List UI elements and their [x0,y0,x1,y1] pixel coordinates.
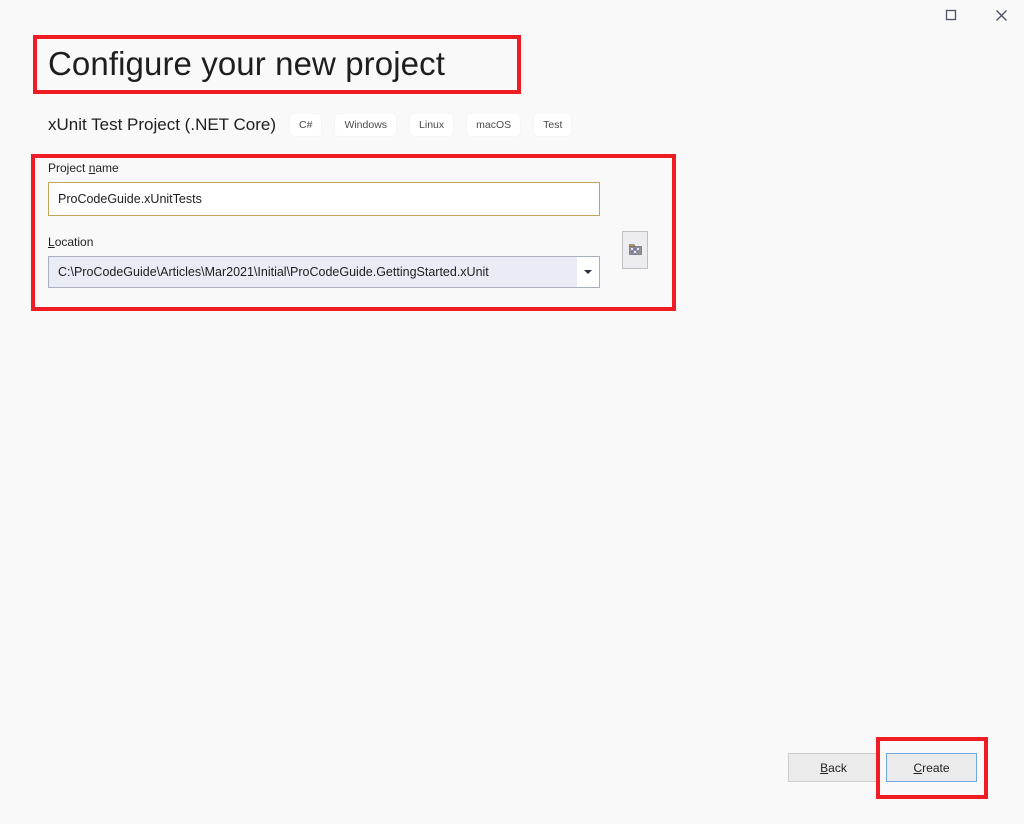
tag-pill-platform-linux: Linux [410,114,454,136]
location-label-accesskey: L [48,235,55,249]
template-name: xUnit Test Project (.NET Core) [48,115,276,134]
template-summary-row: xUnit Test Project (.NET Core) C# Window… [48,113,572,137]
back-button-label: ack [828,760,847,775]
back-button-accesskey: B [820,760,829,775]
location-dropdown-button[interactable] [577,257,599,287]
chevron-down-icon [584,270,592,274]
project-name-label-suffix: ame [95,161,119,175]
tag-pill-platform-windows: Windows [335,114,397,136]
location-label: Location [48,234,600,250]
tag-pill-platform-macos: macOS [467,114,521,136]
browse-location-button[interactable] [622,231,648,269]
close-button[interactable] [978,0,1024,30]
folder-browse-icon [628,243,642,257]
page-title: Configure your new project [48,45,445,82]
dialog-footer: Back Create [0,753,1024,783]
project-name-input[interactable] [48,182,600,216]
location-combobox[interactable]: C:\ProCodeGuide\Articles\Mar2021\Initial… [48,256,600,288]
maximize-icon [945,9,957,21]
create-button-label: reate [922,760,950,775]
create-button-accesskey: C [913,760,923,775]
project-name-label: Project name [48,160,648,176]
create-button[interactable]: Create [886,753,977,782]
maximize-button[interactable] [928,0,974,30]
location-value: C:\ProCodeGuide\Articles\Mar2021\Initial… [58,265,489,279]
location-row: Location C:\ProCodeGuide\Articles\Mar202… [48,231,648,288]
tag-pill-language: C# [290,114,322,136]
window-titlebar [0,0,1024,30]
project-configuration-form: Project name Location C:\ProCodeGuide\Ar… [48,160,648,288]
close-icon [995,9,1008,22]
tag-pill-category-test: Test [534,114,572,136]
back-button[interactable]: Back [788,753,879,782]
location-label-suffix: ocation [54,235,94,249]
project-name-label-prefix: Project [48,161,89,175]
